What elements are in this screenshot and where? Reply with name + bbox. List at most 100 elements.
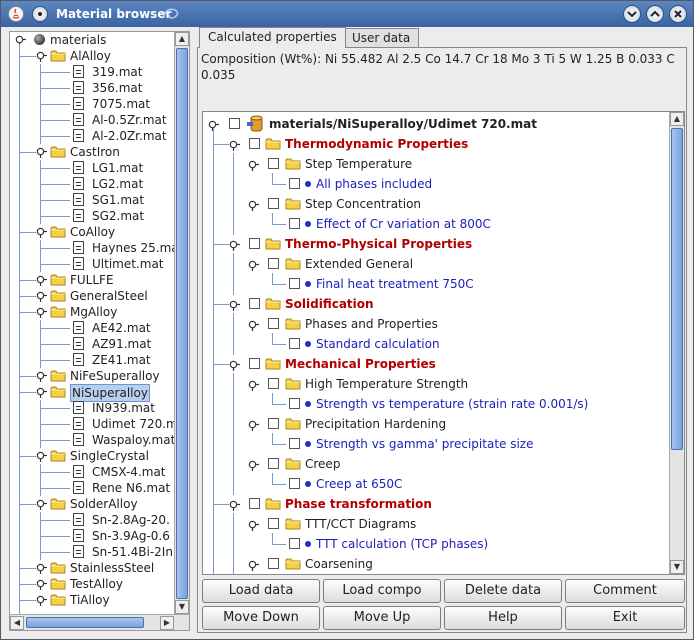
expand-toggle-icon[interactable] <box>36 595 47 606</box>
expand-toggle-icon[interactable] <box>248 460 259 471</box>
properties-tree-panel[interactable]: materials/NiSuperalloy/Udimet 720.mat The… <box>202 111 685 575</box>
move-up-button[interactable]: Move Up <box>323 606 441 630</box>
expand-toggle-icon[interactable] <box>229 500 240 511</box>
props-sub-row[interactable]: Step Concentration <box>203 193 663 215</box>
expand-toggle-icon[interactable] <box>248 560 259 571</box>
props-scroll-up-button[interactable]: ▲ <box>670 112 684 126</box>
tree-file-row[interactable]: AZ91.mat <box>10 336 174 352</box>
tree-folder-row[interactable]: SolderAlloy <box>10 496 174 512</box>
tree-folder-row[interactable]: MgAlloy <box>10 304 174 320</box>
props-tree-root[interactable]: materials/NiSuperalloy/Udimet 720.mat <box>203 115 663 133</box>
tree-folder-row[interactable]: NiFeSuperalloy <box>10 368 174 384</box>
props-leaf-row[interactable]: Standard calculation <box>203 333 663 355</box>
tree-folder-row[interactable]: SingleCrystal <box>10 448 174 464</box>
expand-toggle-icon[interactable] <box>248 260 259 271</box>
tree-file-row[interactable]: LG1.mat <box>10 160 174 176</box>
delete-data-button[interactable]: Delete data <box>444 579 562 603</box>
tree-file-row[interactable]: Sn-2.8Ag-20. <box>10 512 174 528</box>
props-cat-row[interactable]: Thermo-Physical Properties <box>203 235 663 253</box>
tree-folder-row[interactable]: AlAlloy <box>10 48 174 64</box>
item-checkbox[interactable] <box>268 458 279 469</box>
tree-root[interactable]: materials <box>10 32 174 48</box>
tree-file-row[interactable]: Al-2.0Zr.mat <box>10 128 174 144</box>
tab-calculated-properties[interactable]: Calculated properties <box>199 27 346 48</box>
props-cat-row[interactable]: Solidification <box>203 295 663 313</box>
tree-file-row[interactable]: Rene N6.mat <box>10 480 174 496</box>
tree-file-row[interactable]: ZE41.mat <box>10 352 174 368</box>
tree-folder-row[interactable]: FULLFE <box>10 272 174 288</box>
tree-horizontal-scrollbar[interactable]: ◀ ▶ <box>10 614 189 630</box>
window-menu-icon[interactable] <box>32 6 48 22</box>
expand-toggle-icon[interactable] <box>36 307 47 318</box>
props-scroll-down-button[interactable]: ▼ <box>670 560 684 574</box>
expand-toggle-icon[interactable] <box>248 380 259 391</box>
materials-tree-panel[interactable]: materials AlAlloy 319.mat 356.mat 7075.mat Al… <box>9 31 190 631</box>
move-down-button[interactable]: Move Down <box>202 606 320 630</box>
tree-file-row[interactable]: Waspaloy.mat <box>10 432 175 448</box>
tree-file-row[interactable]: LG2.mat <box>10 176 174 192</box>
title-bar[interactable]: Material browser <box>1 1 693 27</box>
tree-folder-row[interactable]: TiAlloy <box>10 592 174 608</box>
props-sub-row[interactable]: TTT/CCT Diagrams <box>203 513 663 535</box>
item-checkbox[interactable] <box>268 258 279 269</box>
props-leaf-row[interactable]: Strength vs temperature (strain rate 0.0… <box>203 393 663 415</box>
tree-folder-row[interactable]: CastIron <box>10 144 174 160</box>
tab-user-data[interactable]: User data <box>343 28 420 48</box>
scroll-left-button[interactable]: ◀ <box>10 616 24 630</box>
tree-file-row[interactable]: Haynes 25.mat <box>10 240 183 256</box>
expand-toggle-icon[interactable] <box>229 240 240 251</box>
expand-toggle-icon[interactable] <box>229 140 240 151</box>
item-checkbox[interactable] <box>289 278 300 289</box>
minimize-button[interactable] <box>623 5 641 23</box>
tree-file-row[interactable]: 7075.mat <box>10 96 174 112</box>
props-leaf-row[interactable]: Final heat treatment 750C <box>203 273 663 295</box>
item-checkbox[interactable] <box>268 378 279 389</box>
scroll-down-button[interactable]: ▼ <box>175 600 189 614</box>
props-sub-row[interactable]: High Temperature Strength <box>203 373 663 395</box>
tree-vertical-scrollbar[interactable]: ▲ ▼ <box>174 32 189 614</box>
expand-toggle-icon[interactable] <box>36 147 47 158</box>
item-checkbox[interactable] <box>289 538 300 549</box>
tree-file-row[interactable]: AE42.mat <box>10 320 174 336</box>
item-checkbox[interactable] <box>268 158 279 169</box>
expand-toggle-icon[interactable] <box>36 579 47 590</box>
expand-toggle-icon[interactable] <box>36 451 47 462</box>
props-sub-row[interactable]: Phases and Properties <box>203 313 663 335</box>
scroll-up-button[interactable]: ▲ <box>175 32 189 46</box>
help-button[interactable]: Help <box>444 606 562 630</box>
expand-toggle-icon[interactable] <box>36 275 47 286</box>
item-checkbox[interactable] <box>289 178 300 189</box>
props-leaf-row[interactable]: Strength vs gamma' precipitate size <box>203 433 663 455</box>
props-sub-row[interactable]: Step Temperature <box>203 153 663 175</box>
item-checkbox[interactable] <box>289 218 300 229</box>
tree-folder-row[interactable]: TestAlloy <box>10 576 174 592</box>
comment-button[interactable]: Comment <box>565 579 685 603</box>
expand-toggle-icon[interactable] <box>248 420 259 431</box>
expand-toggle-icon[interactable] <box>36 51 47 62</box>
props-leaf-row[interactable]: TTT calculation (TCP phases) <box>203 533 663 555</box>
tree-file-row[interactable]: Udimet 720.mat <box>10 416 189 432</box>
item-checkbox[interactable] <box>289 338 300 349</box>
tree-file-row[interactable]: SG2.mat <box>10 208 174 224</box>
props-sub-row[interactable]: Coarsening <box>203 553 663 574</box>
expand-toggle-icon[interactable] <box>229 360 240 371</box>
props-sub-row[interactable]: Extended General <box>203 253 663 275</box>
props-vertical-scrollbar[interactable]: ▲ ▼ <box>669 112 684 574</box>
expand-toggle-icon[interactable] <box>248 160 259 171</box>
load-compo-button[interactable]: Load compo <box>323 579 441 603</box>
expand-toggle-icon[interactable] <box>15 35 26 46</box>
item-checkbox[interactable] <box>249 238 260 249</box>
props-sub-row[interactable]: Creep <box>203 453 663 475</box>
expand-toggle-icon[interactable] <box>36 499 47 510</box>
item-checkbox[interactable] <box>268 518 279 529</box>
item-checkbox[interactable] <box>268 318 279 329</box>
expand-toggle-icon[interactable] <box>248 200 259 211</box>
horizontal-scroll-thumb[interactable] <box>26 617 144 628</box>
props-leaf-row[interactable]: Effect of Cr variation at 800C <box>203 213 663 235</box>
props-cat-row[interactable]: Thermodynamic Properties <box>203 135 663 153</box>
tree-file-row[interactable]: CMSX-4.mat <box>10 464 174 480</box>
scroll-right-button[interactable]: ▶ <box>160 616 174 630</box>
expand-toggle-icon[interactable] <box>36 387 47 398</box>
expand-toggle-icon[interactable] <box>229 300 240 311</box>
expand-toggle-icon[interactable] <box>36 563 47 574</box>
